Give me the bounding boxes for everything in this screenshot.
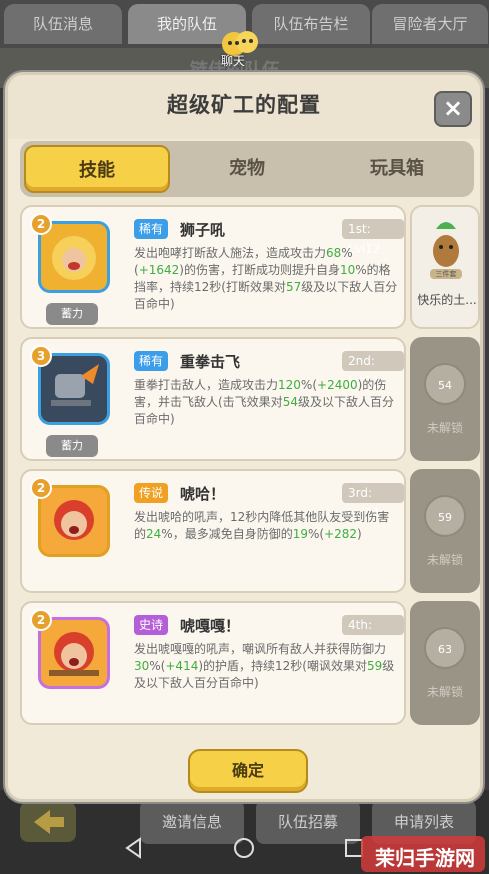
rarity-badge: 传说: [134, 483, 169, 503]
modal-tab-bar: 技能 宠物 玩具箱: [20, 141, 474, 197]
charge-tag: 蓄力: [46, 303, 98, 325]
lock-icon: 63: [424, 627, 466, 669]
side-slot-label: 未解锁: [426, 421, 463, 435]
bg-tab-adventurer-hall[interactable]: 冒险者大厅: [372, 4, 488, 44]
bg-tab-team-board[interactable]: 队伍布告栏: [252, 4, 370, 44]
side-slot-label: 未解锁: [426, 685, 463, 699]
skill-description: 重拳打击敌人，造成攻击力120%(+2400)的伤害，并击飞敌人(击飞效果对54…: [134, 378, 394, 426]
nav-home-icon[interactable]: [232, 836, 256, 860]
skill-level-badge: 2: [30, 213, 52, 235]
lion-roar-skill-icon: [38, 221, 110, 293]
skill-name: 狮子吼: [180, 221, 226, 239]
skill-name: 唬嘎嘎！: [180, 617, 241, 635]
skill-level-badge: 2: [30, 477, 52, 499]
skill-level-badge: 3: [30, 345, 52, 367]
charge-tag: 蓄力: [46, 435, 98, 457]
heavy-punch-skill-icon: [38, 353, 110, 425]
back-arrow-icon[interactable]: [20, 802, 76, 842]
watermark-text: 茉归手游网: [375, 846, 475, 870]
pet-badge: 三件套: [435, 270, 457, 278]
rarity-badge: 稀有: [134, 351, 169, 371]
side-slot-2: 54 未解锁: [410, 337, 480, 461]
side-slot-3: 59 未解锁: [410, 469, 480, 593]
skill-description: 发出唬嘎嘎的吼声，嘲讽所有敌人并获得防御力30%(+414)的护盾，持续12秒(…: [134, 642, 395, 690]
lock-level: 54: [438, 379, 452, 392]
side-slot-label: 快乐的土...: [417, 293, 477, 307]
config-modal: 超级矿工的配置 × 技能 宠物 玩具箱 2 蓄力 稀有 狮子吼 1st: Lvl…: [5, 72, 483, 802]
skill-card-3[interactable]: 2 传说 唬哈！ 3rd: Lvl11 发出唬哈的吼声，12秒内降低其他队友受到…: [20, 469, 406, 593]
tab-toybox[interactable]: 玩具箱: [324, 145, 470, 193]
skill-card-2[interactable]: 3 蓄力 稀有 重拳击飞 2nd: Lvl11 重拳打击敌人，造成攻击力120%…: [20, 337, 406, 461]
invite-info-button[interactable]: 邀请信息: [140, 800, 244, 844]
skill-name: 重拳击飞: [180, 353, 241, 371]
tab-pets[interactable]: 宠物: [174, 145, 320, 193]
skill-description: 发出咆哮打断敌人施法，造成攻击力68%(+1642)的伤害，打断成功则提升自身1…: [134, 246, 398, 311]
close-icon: ×: [442, 94, 464, 122]
close-button[interactable]: ×: [434, 91, 472, 127]
nav-back-icon[interactable]: [122, 836, 146, 860]
lock-icon: 59: [424, 495, 466, 537]
rarity-badge: 稀有: [134, 219, 169, 239]
skill-name: 唬哈！: [180, 485, 226, 503]
slot-level: 1st: Lvl12: [342, 219, 404, 256]
chat-label: 聊天: [221, 54, 246, 68]
side-slot-1[interactable]: 三件套 快乐的土...: [410, 205, 480, 329]
skill-card-4[interactable]: 2 史诗 唬嘎嘎！ 4th: Lvl11 发出唬嘎嘎的吼声，嘲讽所有敌人并获得防…: [20, 601, 406, 725]
bg-tab-team-messages[interactable]: 队伍消息: [4, 4, 122, 44]
slot-level: 4th: Lvl11: [342, 615, 404, 652]
rarity-badge: 史诗: [134, 615, 169, 635]
modal-header: 超级矿工的配置 ×: [8, 75, 480, 139]
side-slot-4: 63 未解锁: [410, 601, 480, 725]
lock-level: 63: [438, 643, 452, 656]
taunt-skill-icon: [38, 617, 110, 689]
slot-level: 2nd: Lvl11: [342, 351, 404, 388]
lock-icon: 54: [424, 363, 466, 405]
roar-skill-icon: [38, 485, 110, 557]
confirm-button[interactable]: 确定: [188, 749, 308, 793]
lock-level: 59: [438, 511, 452, 524]
skill-description: 发出唬哈的吼声，12秒内降低其他队友受到伤害的24%，最多减免自身防御的19%(…: [134, 510, 390, 541]
skill-card-1[interactable]: 2 蓄力 稀有 狮子吼 1st: Lvl12 发出咆哮打断敌人施法，造成攻击力6…: [20, 205, 406, 329]
modal-title: 超级矿工的配置: [167, 93, 321, 117]
skill-level-badge: 2: [30, 609, 52, 631]
slot-level: 3rd: Lvl11: [342, 483, 404, 520]
tab-skills[interactable]: 技能: [24, 145, 170, 193]
side-slot-label: 未解锁: [426, 553, 463, 567]
